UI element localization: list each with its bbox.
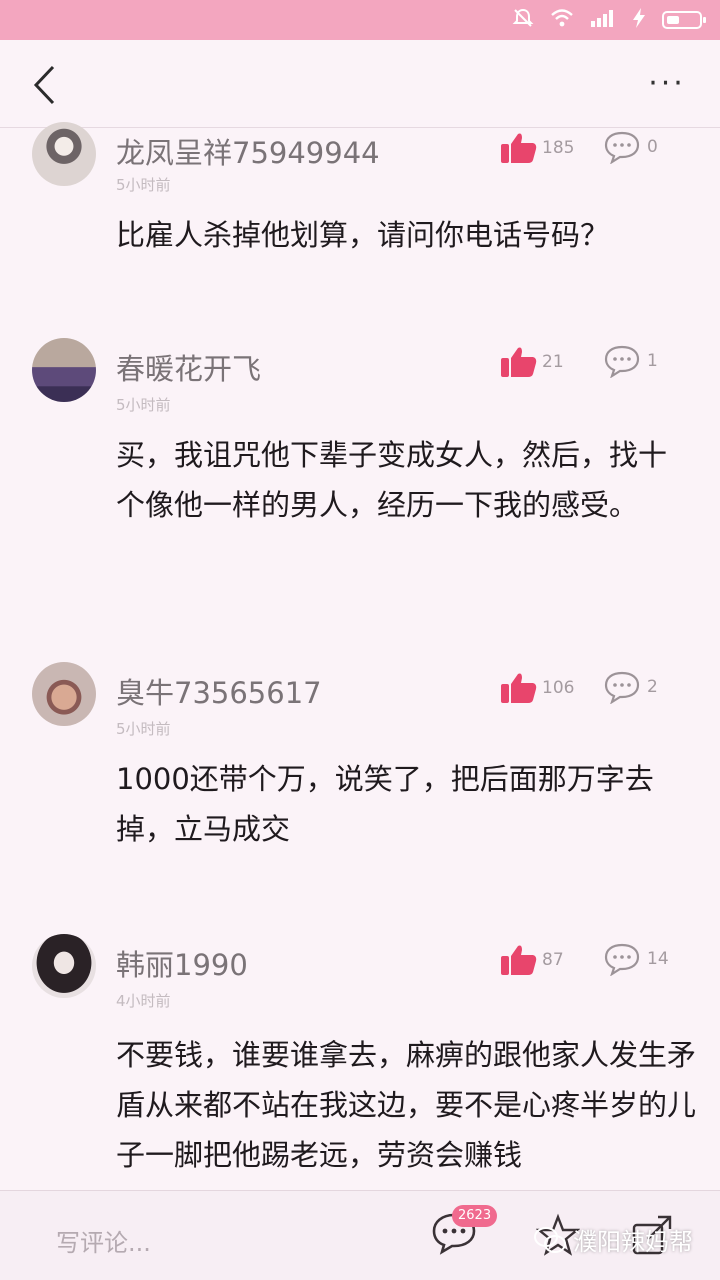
- comment-text: 比雇人杀掉他划算，请问你电话号码？: [116, 218, 610, 252]
- reply-button[interactable]: 14: [603, 942, 669, 976]
- comment-bubble-icon: [604, 345, 640, 378]
- avatar[interactable]: [32, 122, 96, 186]
- chevron-left-icon: [33, 65, 55, 105]
- reply-button[interactable]: 2: [603, 670, 658, 704]
- signal-icon: [590, 9, 616, 31]
- comment-bubble-icon: [604, 671, 640, 704]
- like-count: 87: [542, 950, 564, 970]
- comment-time: 4小时前: [116, 992, 171, 1010]
- comment-count-badge: 2623: [452, 1205, 498, 1227]
- comment-time: 5小时前: [116, 720, 171, 738]
- comment-bubble-icon: [604, 943, 640, 976]
- comment-text: 1000还带个万，说笑了，把后面那万字去掉，立马成交: [116, 762, 654, 846]
- mute-icon: [512, 7, 534, 33]
- like-count: 106: [542, 678, 575, 698]
- comment-text: 不要钱，谁要谁拿去，麻痹的跟他家人发生矛盾从来都不站在我这边，要不是心疼半岁的儿…: [116, 1038, 696, 1172]
- comment-username[interactable]: 韩丽1990: [116, 942, 248, 984]
- comment-bubble-icon: [604, 131, 640, 164]
- reply-count: 2: [647, 677, 658, 697]
- thumbs-up-icon: [501, 945, 537, 975]
- reply-count: 14: [647, 949, 669, 969]
- thumbs-up-icon: [501, 347, 537, 377]
- write-comment-input[interactable]: 写评论...: [56, 1223, 151, 1258]
- status-bar: [0, 0, 720, 40]
- avatar[interactable]: [32, 662, 96, 726]
- reply-count: 0: [647, 137, 658, 157]
- like-count: 21: [542, 352, 564, 372]
- watermark-text: 濮阳辣妈帮: [573, 1228, 693, 1256]
- reply-count: 1: [647, 351, 658, 371]
- comment-time: 5小时前: [116, 176, 171, 194]
- charging-icon: [632, 8, 646, 32]
- wifi-icon: [550, 8, 574, 32]
- like-button[interactable]: 185: [500, 132, 574, 164]
- battery-icon: [662, 11, 706, 29]
- like-button[interactable]: 21: [500, 346, 564, 378]
- reply-button[interactable]: 0: [603, 130, 658, 164]
- comment-time: 5小时前: [116, 396, 171, 414]
- avatar[interactable]: [32, 338, 96, 402]
- watermark: 濮阳辣妈帮: [533, 1222, 693, 1257]
- avatar[interactable]: [32, 934, 96, 998]
- wechat-logo-icon: [534, 1226, 566, 1253]
- thumbs-up-icon: [501, 673, 537, 703]
- like-button[interactable]: 106: [500, 672, 574, 704]
- comment-username[interactable]: 春暖花开飞: [116, 346, 261, 388]
- thumbs-up-icon: [501, 133, 537, 163]
- comment-username[interactable]: 龙凤呈祥75949944: [116, 130, 380, 172]
- like-button[interactable]: 87: [500, 944, 564, 976]
- like-count: 185: [542, 138, 575, 158]
- comment-username[interactable]: 臭牛73565617: [116, 670, 322, 712]
- more-button[interactable]: ···: [640, 62, 694, 106]
- nav-bar: ···: [0, 40, 720, 128]
- back-button[interactable]: [22, 60, 66, 110]
- comment-text: 买，我诅咒他下辈子变成女人，然后，找十个像他一样的男人，经历一下我的感受。: [116, 438, 668, 522]
- reply-button[interactable]: 1: [603, 344, 658, 378]
